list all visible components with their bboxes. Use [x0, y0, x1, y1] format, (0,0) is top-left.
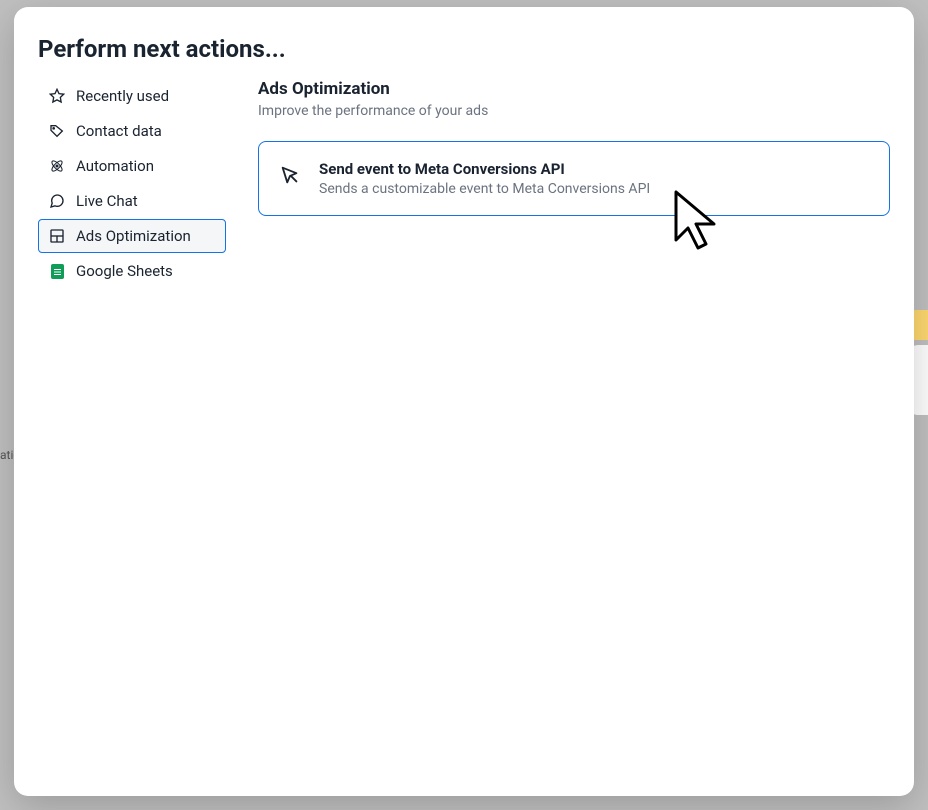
sidebar-item-google-sheets[interactable]: Google Sheets [38, 254, 226, 288]
sidebar-item-label: Ads Optimization [76, 227, 191, 245]
sidebar-item-ads-optimization[interactable]: Ads Optimization [38, 219, 226, 253]
action-card-meta-conversions[interactable]: Send event to Meta Conversions API Sends… [258, 141, 890, 216]
actions-modal: Perform next actions... Recently used Co… [14, 7, 914, 796]
google-sheets-icon [49, 263, 65, 279]
sidebar-item-label: Google Sheets [76, 262, 173, 280]
action-description: Sends a customizable event to Meta Conve… [319, 181, 650, 197]
section-subtitle: Improve the performance of your ads [258, 103, 890, 119]
action-title: Send event to Meta Conversions API [319, 160, 650, 178]
main-content: Ads Optimization Improve the performance… [238, 79, 890, 776]
sidebar-item-label: Live Chat [76, 192, 138, 210]
sidebar-item-label: Automation [76, 157, 154, 175]
sidebar-item-live-chat[interactable]: Live Chat [38, 184, 226, 218]
sidebar-item-automation[interactable]: Automation [38, 149, 226, 183]
section-title: Ads Optimization [258, 79, 890, 99]
sidebar-item-contact-data[interactable]: Contact data [38, 114, 226, 148]
tag-icon [49, 123, 65, 139]
layout-icon [49, 228, 65, 244]
star-icon [49, 88, 65, 104]
modal-title: Perform next actions... [14, 35, 914, 79]
chat-icon [49, 193, 65, 209]
sidebar-item-label: Recently used [76, 87, 169, 105]
sidebar-item-label: Contact data [76, 122, 162, 140]
category-sidebar: Recently used Contact data Automation Li… [38, 79, 238, 776]
modal-body: Recently used Contact data Automation Li… [14, 79, 914, 776]
cursor-click-icon [279, 164, 301, 186]
atom-icon [49, 158, 65, 174]
action-card-content: Send event to Meta Conversions API Sends… [319, 160, 650, 197]
sidebar-item-recently-used[interactable]: Recently used [38, 79, 226, 113]
